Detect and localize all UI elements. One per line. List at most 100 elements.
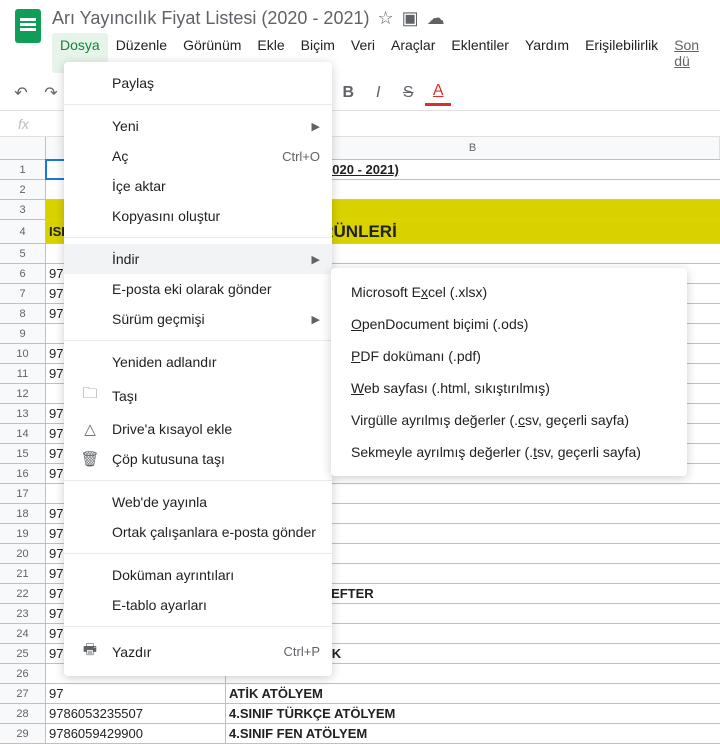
- download-submenu: Microsoft Excel (.xlsx)OpenDocument biçi…: [331, 268, 687, 476]
- move-folder-icon[interactable]: ▣: [402, 8, 419, 29]
- doc-title[interactable]: Arı Yayıncılık Fiyat Listesi (2020 - 202…: [52, 8, 369, 29]
- row-header[interactable]: 8: [0, 304, 46, 323]
- row-header[interactable]: 13: [0, 404, 46, 423]
- star-icon[interactable]: ☆: [377, 8, 393, 29]
- submenu-item[interactable]: Sekmeyle ayrılmış değerler (.tsv, geçerl…: [331, 436, 687, 468]
- menu-item-label: Drive'a kısayol ekle: [112, 421, 320, 437]
- menu-eklentiler[interactable]: Eklentiler: [443, 33, 517, 73]
- cell[interactable]: ATİK ATÖLYEM: [226, 684, 720, 703]
- row-header[interactable]: 12: [0, 384, 46, 403]
- row-header[interactable]: 15: [0, 444, 46, 463]
- cloud-status-icon: ☁: [427, 8, 445, 29]
- text-color-button[interactable]: A: [425, 80, 451, 106]
- row-header[interactable]: 2: [0, 180, 46, 199]
- row-header[interactable]: 14: [0, 424, 46, 443]
- chevron-right-icon: ▶: [312, 120, 320, 133]
- submenu-item[interactable]: Virgülle ayrılmış değerler (.csv, geçerl…: [331, 404, 687, 436]
- row-header[interactable]: 10: [0, 344, 46, 363]
- row-header[interactable]: 28: [0, 704, 46, 723]
- sheets-logo[interactable]: [8, 6, 48, 46]
- table-row: 2797ATİK ATÖLYEM: [0, 684, 720, 704]
- menu-item-label: İçe aktar: [112, 178, 320, 194]
- last-edit-link[interactable]: Son dü: [666, 33, 712, 73]
- row-header[interactable]: 17: [0, 484, 46, 503]
- menu-item-kopyas-n-olu-tur[interactable]: Kopyasını oluştur: [64, 201, 332, 231]
- menu-item-yeniden-adland-r[interactable]: Yeniden adlandır: [64, 347, 332, 377]
- print-icon: 🖶: [80, 639, 100, 664]
- redo-button[interactable]: ↷: [38, 80, 64, 106]
- undo-button[interactable]: ↶: [8, 80, 34, 106]
- menu-shortcut: Ctrl+O: [282, 149, 320, 164]
- row-header[interactable]: 4: [0, 220, 46, 243]
- row-header[interactable]: 24: [0, 624, 46, 643]
- menu-erişilebilirlik[interactable]: Erişilebilirlik: [577, 33, 666, 73]
- fx-label: fx: [8, 116, 39, 132]
- row-header[interactable]: 23: [0, 604, 46, 623]
- menu-separator: [64, 553, 332, 554]
- menu-item-label: E-posta eki olarak gönder: [112, 281, 320, 297]
- row-header[interactable]: 11: [0, 364, 46, 383]
- menu-separator: [64, 237, 332, 238]
- menu-item-a-[interactable]: AçCtrl+O: [64, 141, 332, 171]
- chevron-right-icon: ▶: [312, 313, 320, 326]
- menu-item-e-posta-eki-olarak-g-nder[interactable]: E-posta eki olarak gönder: [64, 274, 332, 304]
- row-header[interactable]: 1: [0, 160, 46, 179]
- menu-veri[interactable]: Veri: [343, 33, 383, 73]
- row-header[interactable]: 26: [0, 664, 46, 683]
- submenu-item[interactable]: OpenDocument biçimi (.ods): [331, 308, 687, 340]
- italic-button[interactable]: I: [365, 80, 391, 106]
- row-header[interactable]: 9: [0, 324, 46, 343]
- menu-item-label: Paylaş: [112, 75, 320, 91]
- menu-yardım[interactable]: Yardım: [517, 33, 577, 73]
- row-header[interactable]: 16: [0, 464, 46, 483]
- menu-item-e-tablo-ayarlar-[interactable]: E-tablo ayarları: [64, 590, 332, 620]
- bold-button[interactable]: B: [335, 80, 361, 106]
- cell[interactable]: 97: [46, 684, 226, 703]
- cell[interactable]: 4.SINIF TÜRKÇE ATÖLYEM: [226, 704, 720, 723]
- menu-item-label: Yeniden adlandır: [112, 354, 320, 370]
- menu-item-label: Sürüm geçmişi: [112, 311, 304, 327]
- cell[interactable]: 9786053235507: [46, 704, 226, 723]
- select-all-corner[interactable]: [0, 137, 46, 159]
- menu-item-web-de-yay-nla[interactable]: Web'de yayınla: [64, 487, 332, 517]
- row-header[interactable]: 6: [0, 264, 46, 283]
- file-menu-dropdown: Paylaş Yeni ▶ AçCtrl+O İçe aktar Kopyasını ol…: [64, 62, 332, 676]
- menu-item-payla-[interactable]: Paylaş: [64, 68, 332, 98]
- menu-item-label: Ortak çalışanlara e-posta gönder: [112, 524, 320, 540]
- menu-item-label: Taşı: [112, 388, 320, 404]
- menu-item-label: Web'de yayınla: [112, 494, 320, 510]
- table-row: 2897860532355074.SINIF TÜRKÇE ATÖLYEM: [0, 704, 720, 724]
- row-header[interactable]: 27: [0, 684, 46, 703]
- menu-item-s-r-m-ge-mi-i[interactable]: Sürüm geçmişi ▶: [64, 304, 332, 334]
- menu-item-yazd-r[interactable]: 🖶YazdırCtrl+P: [64, 633, 332, 670]
- row-header[interactable]: 25: [0, 644, 46, 663]
- menu-item-i-ndir[interactable]: İndir▶: [64, 244, 332, 274]
- row-header[interactable]: 19: [0, 524, 46, 543]
- menu-item-label: Doküman ayrıntıları: [112, 567, 320, 583]
- menu-item-yeni[interactable]: Yeni ▶: [64, 111, 332, 141]
- row-header[interactable]: 18: [0, 504, 46, 523]
- menu-item-label: Yeni: [112, 118, 304, 134]
- row-header[interactable]: 5: [0, 244, 46, 263]
- menu-araçlar[interactable]: Araçlar: [383, 33, 443, 73]
- menu-item-ta-[interactable]: 🗀Taşı: [64, 377, 332, 414]
- menu-item--p-kutusuna-ta-[interactable]: 🗑Çöp kutusuna taşı: [64, 444, 332, 474]
- row-header[interactable]: 21: [0, 564, 46, 583]
- row-header[interactable]: 22: [0, 584, 46, 603]
- row-header[interactable]: 20: [0, 544, 46, 563]
- submenu-item[interactable]: Microsoft Excel (.xlsx): [331, 276, 687, 308]
- menu-item-i-e-aktar[interactable]: İçe aktar: [64, 171, 332, 201]
- drive-icon: △: [80, 420, 100, 438]
- row-header[interactable]: 7: [0, 284, 46, 303]
- menu-item-label: İndir: [112, 251, 304, 267]
- menu-separator: [64, 626, 332, 627]
- strike-button[interactable]: S: [395, 80, 421, 106]
- row-header[interactable]: 3: [0, 200, 46, 219]
- menu-item-label: Yazdır: [112, 644, 284, 660]
- menu-item-label: Aç: [112, 148, 282, 164]
- menu-item-ortak-al-anlara-e-posta-g-nder[interactable]: Ortak çalışanlara e-posta gönder: [64, 517, 332, 547]
- menu-item-drive-a-k-sayol-ekle[interactable]: △ Drive'a kısayol ekle: [64, 414, 332, 444]
- menu-item-dok-man-ayr-nt-lar-[interactable]: Doküman ayrıntıları: [64, 560, 332, 590]
- submenu-item[interactable]: PDF dokümanı (.pdf): [331, 340, 687, 372]
- submenu-item[interactable]: Web sayfası (.html, sıkıştırılmış): [331, 372, 687, 404]
